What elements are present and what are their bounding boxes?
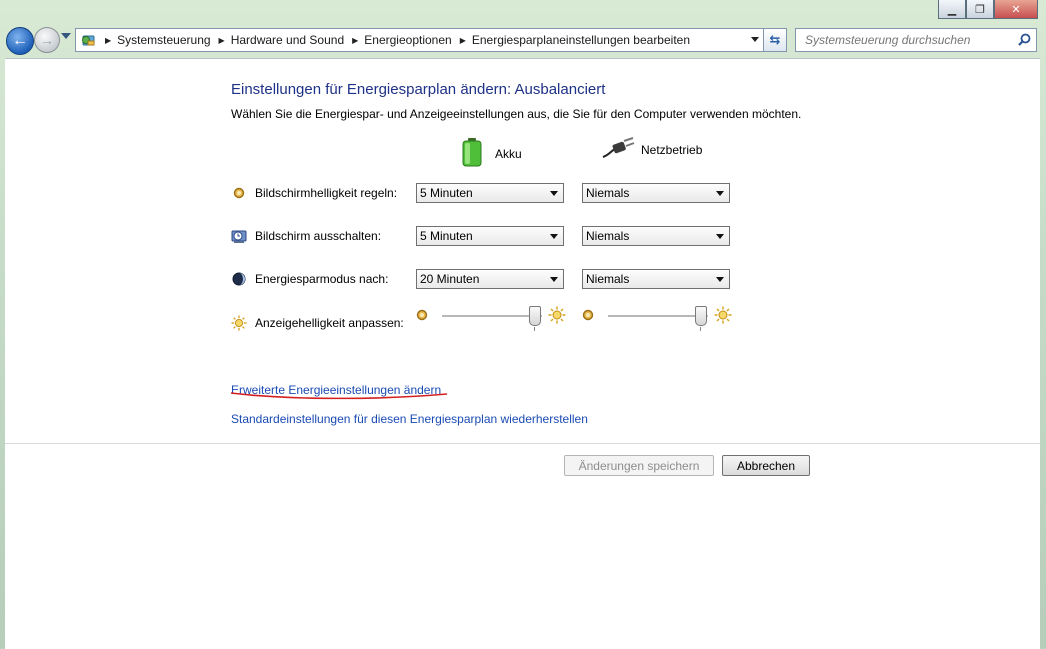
plugged-dim-select[interactable]: Niemals xyxy=(582,183,730,203)
red-annotation-underline xyxy=(230,392,448,400)
battery-icon xyxy=(461,137,483,170)
close-button[interactable]: ✕ xyxy=(994,0,1038,19)
breadcrumb-energieoptionen[interactable]: Energieoptionen xyxy=(364,33,451,47)
forward-button[interactable]: → xyxy=(34,27,60,53)
navigation-bar: ← → ▶ Systemsteuerung ▶ Hardware und Sound… xyxy=(0,24,1046,56)
address-bar[interactable]: ▶ Systemsteuerung ▶ Hardware und Sound ▶ En… xyxy=(75,28,764,52)
dim-brightness-icon xyxy=(231,185,247,201)
chevron-down-icon xyxy=(716,191,724,196)
save-changes-button[interactable]: Änderungen speichern xyxy=(564,455,714,476)
monitor-clock-icon xyxy=(231,228,247,244)
maximize-button[interactable]: ❐ xyxy=(966,0,994,19)
setting-label: Bildschirm ausschalten: xyxy=(255,229,382,243)
battery-dim-select[interactable]: 5 Minuten xyxy=(416,183,564,203)
select-value: 20 Minuten xyxy=(420,272,480,286)
close-icon: ✕ xyxy=(1011,2,1021,16)
setting-row-brightness: Anzeigehelligkeit anpassen: xyxy=(231,311,404,335)
chevron-down-icon xyxy=(550,277,558,282)
slider-thumb[interactable] xyxy=(529,306,541,326)
dim-brightness-icon xyxy=(582,309,594,324)
breadcrumb-systemsteuerung[interactable]: Systemsteuerung xyxy=(117,33,210,47)
select-value: 5 Minuten xyxy=(420,229,473,243)
slider-track[interactable] xyxy=(608,315,708,318)
search-icon[interactable] xyxy=(1018,33,1031,49)
column-label-plugged: Netzbetrieb xyxy=(641,142,703,157)
sun-icon xyxy=(231,315,247,331)
chevron-down-icon xyxy=(550,191,558,196)
caption-buttons: ▁ ❐ ✕ xyxy=(938,0,1038,19)
bright-sun-icon xyxy=(548,306,566,327)
restore-icon: ❐ xyxy=(975,2,985,16)
search-input[interactable] xyxy=(803,32,1017,48)
slider-track[interactable] xyxy=(442,315,542,318)
footer-divider xyxy=(5,443,1040,444)
setting-row-display-off: Bildschirm ausschalten: xyxy=(231,224,381,248)
refresh-button[interactable]: ⇆ xyxy=(763,28,787,52)
window-frame: ▁ ❐ ✕ ← → ▶ Systemsteuerung ▶ Hardware und… xyxy=(0,0,1046,649)
select-value: Niemals xyxy=(586,186,630,200)
setting-label: Bildschirmhelligkeit regeln: xyxy=(255,186,398,200)
select-value: Niemals xyxy=(586,272,630,286)
breadcrumb-hardware-und-sound[interactable]: Hardware und Sound xyxy=(231,33,344,47)
breadcrumb-separator-icon[interactable]: ▶ xyxy=(219,36,225,45)
dim-brightness-icon xyxy=(416,309,428,324)
power-plug-icon xyxy=(601,137,635,162)
back-arrow-icon: ← xyxy=(12,32,28,49)
restore-defaults-link[interactable]: Standardeinstellungen für diesen Energie… xyxy=(231,412,588,426)
setting-row-sleep: Energiesparmodus nach: xyxy=(231,267,388,291)
slider-tick xyxy=(700,327,701,331)
column-label-battery: Akku xyxy=(495,146,522,161)
chevron-down-icon xyxy=(716,234,724,239)
bright-sun-icon xyxy=(714,306,732,327)
control-panel-icon xyxy=(79,32,97,48)
plugged-brightness-slider[interactable] xyxy=(582,305,732,331)
search-box[interactable] xyxy=(795,28,1037,52)
breadcrumb-separator-icon: ▶ xyxy=(105,35,112,45)
battery-brightness-slider[interactable] xyxy=(416,305,566,331)
address-dropdown-icon[interactable] xyxy=(751,37,759,42)
minimize-icon: ▁ xyxy=(947,2,957,16)
slider-tick xyxy=(534,327,535,331)
setting-row-brightness-dim: Bildschirmhelligkeit regeln: xyxy=(231,181,397,205)
chevron-down-icon xyxy=(550,234,558,239)
plugged-display-off-select[interactable]: Niemals xyxy=(582,226,730,246)
battery-sleep-select[interactable]: 20 Minuten xyxy=(416,269,564,289)
column-header-plugged: Netzbetrieb xyxy=(601,137,702,162)
breadcrumb-separator-icon[interactable]: ▶ xyxy=(352,36,358,45)
cancel-button[interactable]: Abbrechen xyxy=(722,455,810,476)
page-title: Einstellungen für Energiesparplan ändern… xyxy=(231,81,606,98)
setting-label: Energiesparmodus nach: xyxy=(255,272,389,286)
column-header-battery: Akku xyxy=(461,137,522,170)
back-button[interactable]: ← xyxy=(6,27,34,55)
battery-display-off-select[interactable]: 5 Minuten xyxy=(416,226,564,246)
moon-icon xyxy=(231,271,247,287)
chevron-down-icon xyxy=(716,277,724,282)
slider-thumb[interactable] xyxy=(695,306,707,326)
select-value: 5 Minuten xyxy=(420,186,473,200)
main-content: Einstellungen für Energiesparplan ändern… xyxy=(5,58,1040,649)
page-subtitle: Wählen Sie die Energiespar- und Anzeigee… xyxy=(231,107,802,121)
setting-label: Anzeigehelligkeit anpassen: xyxy=(255,316,404,330)
minimize-button[interactable]: ▁ xyxy=(938,0,966,19)
breadcrumb-current-page[interactable]: Energiesparplaneinstellungen bearbeiten xyxy=(472,33,690,47)
breadcrumb-separator-icon[interactable]: ▶ xyxy=(460,36,466,45)
select-value: Niemals xyxy=(586,229,630,243)
recent-pages-dropdown[interactable] xyxy=(61,33,71,39)
refresh-icon: ⇆ xyxy=(769,32,781,47)
plugged-sleep-select[interactable]: Niemals xyxy=(582,269,730,289)
forward-arrow-icon: → xyxy=(40,32,54,48)
